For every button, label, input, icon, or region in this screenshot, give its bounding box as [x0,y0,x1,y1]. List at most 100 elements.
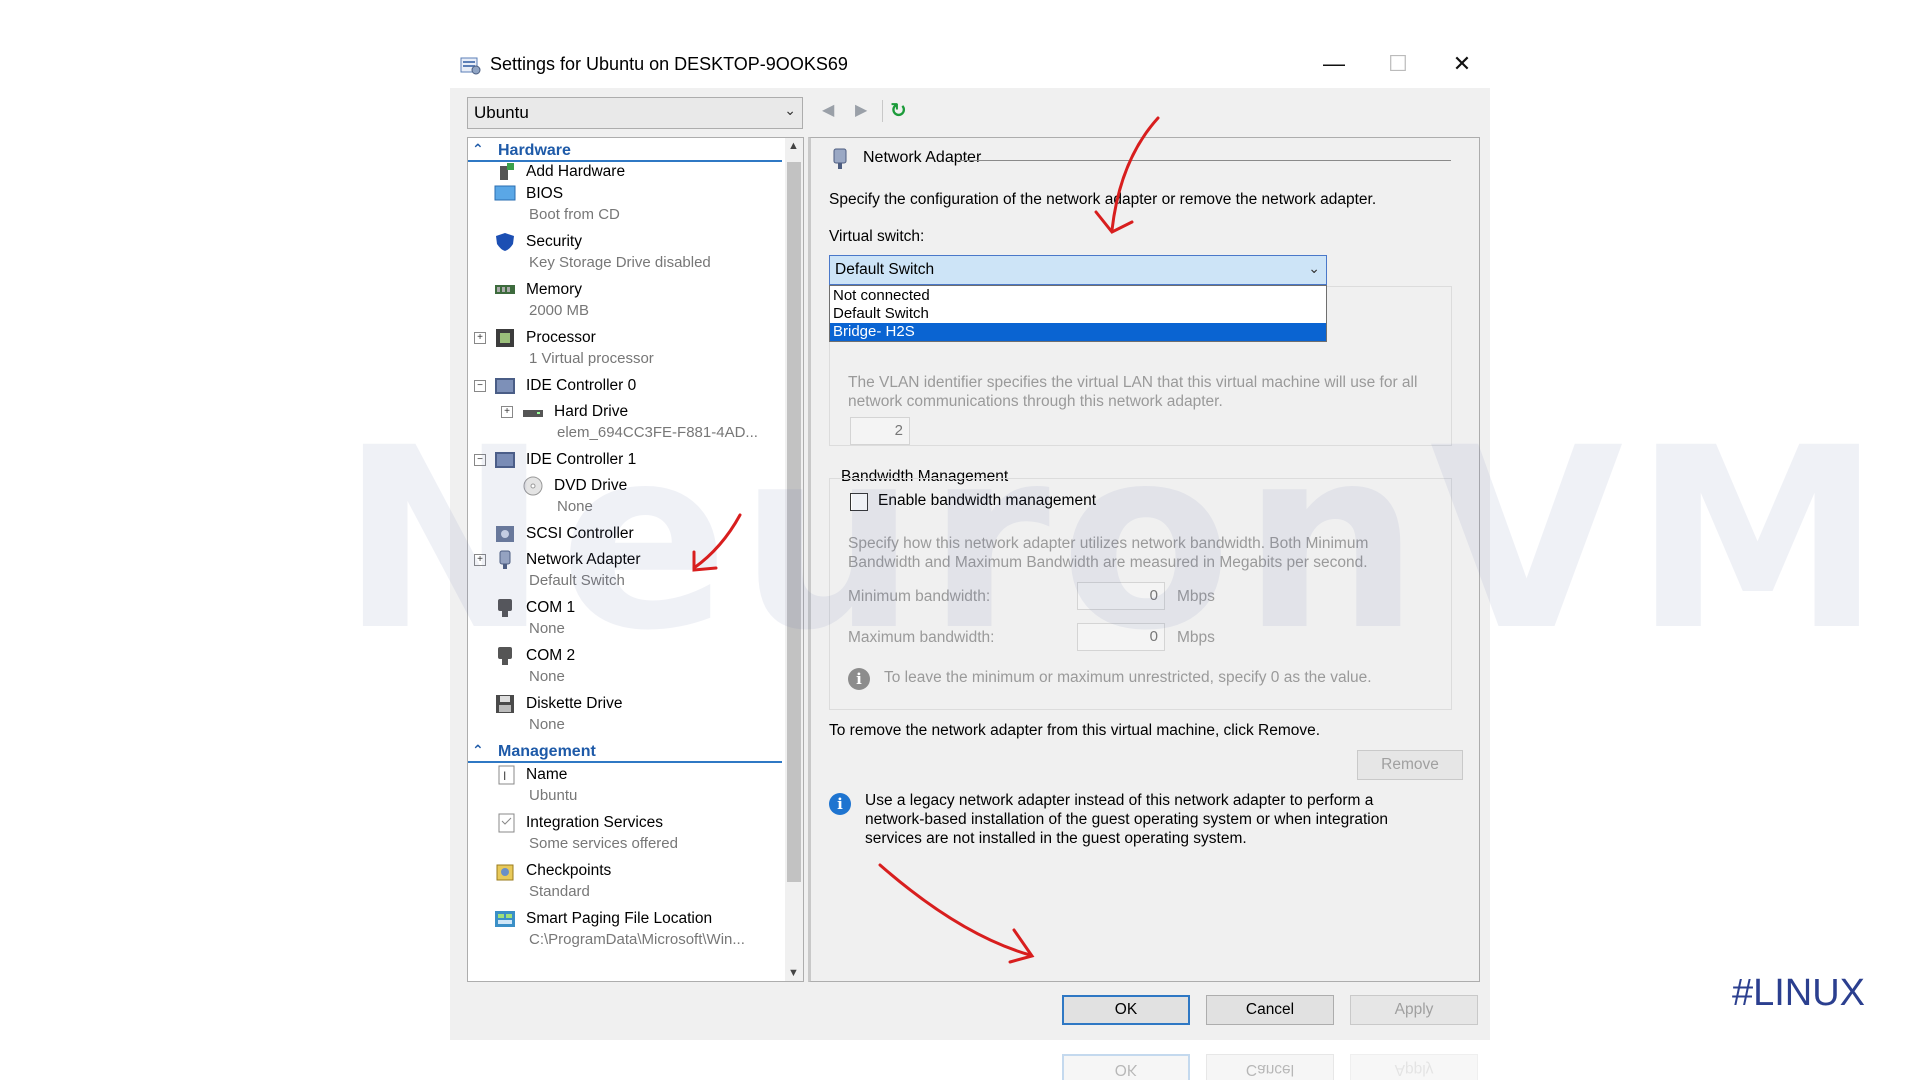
option-bridge-h2s[interactable]: Bridge- H2S [830,323,1326,341]
window-title: Settings for Ubuntu on DESKTOP-9OOKS69 [490,54,848,74]
network-adapter-panel: Network Adapter Specify the configuratio… [808,137,1480,982]
back-button[interactable]: ◀ [822,100,834,120]
tree-item-label: Checkpoints [526,862,612,879]
settings-app-icon [460,57,481,75]
tree-item-sub: None [529,716,565,733]
svg-text:I: I [503,769,506,783]
page: Settings for Ubuntu on DESKTOP-9OOKS69 —… [0,0,1920,1080]
expand-icon[interactable]: + [474,332,486,344]
title-bar: Settings for Ubuntu on DESKTOP-9OOKS69 —… [450,40,1490,88]
tree-item-label: Security [526,233,582,250]
vm-select-value: Ubuntu [474,103,529,122]
tree-item-sub: None [529,620,565,637]
close-button[interactable]: ✕ [1434,44,1490,84]
option-default-switch[interactable]: Default Switch [830,305,1326,323]
legacy-note-1: Use a legacy network adapter instead of … [865,792,1374,809]
max-bandwidth-label: Maximum bandwidth: [848,629,995,646]
expand-icon[interactable]: + [501,406,513,418]
tree-item-label: Network Adapter [526,551,641,568]
enable-bandwidth-label[interactable]: Enable bandwidth management [878,492,1096,510]
scrollbar-thumb[interactable] [787,162,801,882]
remove-instruction: To remove the network adapter from this … [829,722,1321,739]
bandwidth-description-1: Specify how this network adapter utilize… [848,535,1369,552]
ok-reflection: OK [1062,1054,1190,1080]
refresh-button[interactable]: ↻ [890,98,907,123]
collapse-chevron-icon: ⌃ [472,141,484,157]
smart-paging-icon [495,911,515,927]
tree-item-label: BIOS [526,185,564,202]
cancel-button[interactable]: Cancel [1206,995,1334,1025]
bios-icon [494,185,516,201]
vlan-description-1: The VLAN identifier specifies the virtua… [848,374,1418,391]
apply-reflection: Apply [1350,1054,1478,1080]
collapse-chevron-icon: ⌃ [472,742,484,758]
virtual-switch-value: Default Switch [835,261,935,278]
panel-header-label: Network Adapter [863,149,982,166]
info-icon: i [848,668,870,690]
min-bandwidth-input[interactable]: 0 [1077,582,1165,610]
option-not-connected[interactable]: Not connected [830,287,1326,305]
scroll-down-icon[interactable]: ▼ [788,967,799,979]
shield-icon [496,233,514,251]
tree-item-sub: 2000 MB [529,302,590,319]
forward-button[interactable]: ▶ [855,100,867,120]
virtual-switch-label: Virtual switch: [829,228,925,245]
vlan-id-input[interactable]: 2 [850,417,910,445]
apply-button[interactable]: Apply [1350,995,1478,1025]
tree-item-sub: None [557,498,593,515]
management-header-label: Management [498,743,596,760]
settings-tree[interactable]: ⌃ Hardware Add Hardware BIOS Boot from C… [467,137,804,982]
expand-icon[interactable]: + [474,554,486,566]
tree-item-label: Name [526,766,568,783]
settings-window: Settings for Ubuntu on DESKTOP-9OOKS69 —… [450,40,1490,1040]
tree-item-label: Smart Paging File Location [526,910,713,927]
max-bandwidth-input[interactable]: 0 [1077,623,1165,651]
collapse-icon[interactable]: − [474,380,486,392]
hard-drive-icon [523,410,543,417]
memory-icon [495,285,515,294]
virtual-switch-dropdown[interactable]: Default Switch ⌄ [829,255,1327,285]
management-section-header[interactable]: ⌃ Management [468,741,782,763]
minimize-button[interactable]: — [1306,44,1362,84]
network-adapter-icon [499,550,511,569]
header-divider [959,160,1451,161]
tree-item-sub: Default Switch [529,572,625,589]
tree-item-sub: Boot from CD [529,206,620,223]
tree-item-sub: Ubuntu [529,787,578,804]
floppy-disk-icon [496,695,514,713]
scsi-controller-icon [496,526,514,542]
tree-scrollbar[interactable]: ▲ ▼ [785,138,803,981]
footer-reflection: OK Cancel Apply [450,1048,1490,1080]
vm-select-dropdown[interactable]: Ubuntu ⌄ [467,97,803,129]
scroll-up-icon[interactable]: ▲ [788,140,799,152]
hardware-section-header[interactable]: ⌃ Hardware [468,140,782,162]
virtual-switch-options[interactable]: Not connected Default Switch Bridge- H2S [829,285,1327,342]
add-hardware-icon [500,163,514,180]
bandwidth-note: To leave the minimum or maximum unrestri… [884,669,1372,686]
integration-services-icon [498,813,515,833]
tree-item-label: Hard Drive [554,403,629,420]
tree-item-label: IDE Controller 1 [526,451,637,468]
info-icon: i [829,793,851,815]
com-port-icon [498,599,512,617]
panel-description: Specify the configuration of the network… [829,191,1377,208]
toolbar-separator [882,100,883,122]
remove-button[interactable]: Remove [1357,750,1463,780]
tree-item-sub: Key Storage Drive disabled [529,254,711,271]
tree-item-label: COM 2 [526,647,576,664]
tree-item-label: Integration Services [526,814,663,831]
network-adapter-icon [833,148,847,169]
chevron-down-icon: ⌄ [784,102,796,118]
enable-bandwidth-checkbox[interactable] [850,493,868,511]
tree-item-sub: C:\ProgramData\Microsoft\Win... [529,931,745,948]
cancel-reflection: Cancel [1206,1054,1334,1080]
legacy-note-2: network-based installation of the guest … [865,811,1388,828]
ide-controller-icon [495,452,515,468]
max-bandwidth-unit: Mbps [1177,629,1215,646]
collapse-icon[interactable]: − [474,454,486,466]
maximize-button[interactable]: ☐ [1370,44,1426,84]
tree-item-label: IDE Controller 0 [526,377,637,394]
tree-item-sub: Standard [529,883,590,900]
tree-item-sub: 1 Virtual processor [529,350,654,367]
ok-button[interactable]: OK [1062,995,1190,1025]
